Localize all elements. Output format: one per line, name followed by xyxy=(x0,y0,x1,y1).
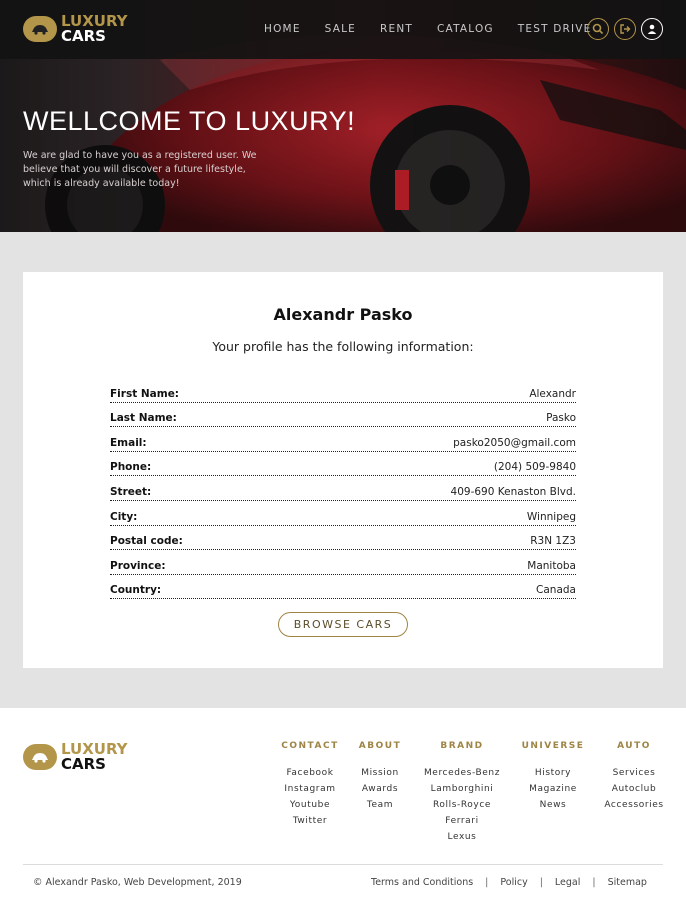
nav-menu: HOME SALE RENT CATALOG TEST DRIVE xyxy=(264,23,616,35)
info-label: Phone: xyxy=(110,461,152,474)
logo-line2: CARS xyxy=(61,27,106,45)
profile-name: Alexandr Pasko xyxy=(273,305,413,324)
nav-sale[interactable]: SALE xyxy=(325,23,356,35)
info-label: Email: xyxy=(110,436,147,449)
logo-text: LUXURY CARS xyxy=(61,14,128,44)
info-row-email: Email: pasko2050@gmail.com xyxy=(110,427,576,452)
footer: LUXURY CARS CONTACT Facebook Instagram Y… xyxy=(0,708,686,903)
info-value: Alexandr xyxy=(529,387,576,400)
car-logo-icon xyxy=(23,744,57,770)
sign-out-icon[interactable] xyxy=(614,18,636,40)
navbar: LUXURY CARS HOME SALE RENT CATALOG TEST … xyxy=(0,0,686,59)
footer-link-magazine[interactable]: Magazine xyxy=(520,781,586,797)
hero-title: WELLCOME TO LUXURY! xyxy=(23,106,356,136)
terms-link[interactable]: Terms and Conditions xyxy=(371,877,473,888)
info-label: Province: xyxy=(110,559,166,572)
info-row-last-name: Last Name: Pasko xyxy=(110,403,576,428)
search-icon[interactable] xyxy=(587,18,609,40)
browse-cars-button[interactable]: BROWSE CARS xyxy=(278,612,408,637)
footer-link-news[interactable]: News xyxy=(520,797,586,813)
footer-link-facebook[interactable]: Facebook xyxy=(280,765,340,781)
car-logo-icon xyxy=(23,16,57,42)
footer-link-accessories[interactable]: Accessories xyxy=(602,797,666,813)
info-row-country: Country: Canada xyxy=(110,575,576,600)
info-value: Manitoba xyxy=(527,559,576,572)
footer-col-about: ABOUT Mission Awards Team xyxy=(352,741,408,813)
footer-heading: AUTO xyxy=(617,741,651,751)
footer-link-twitter[interactable]: Twitter xyxy=(280,813,340,829)
footer-link-instagram[interactable]: Instagram xyxy=(280,781,340,797)
footer-link-ferrari[interactable]: Ferrari xyxy=(422,813,502,829)
info-row-street: Street: 409-690 Kenaston Blvd. xyxy=(110,476,576,501)
legal-separator: | xyxy=(485,877,489,888)
info-row-phone: Phone: (204) 509-9840 xyxy=(110,452,576,477)
footer-link-rolls-royce[interactable]: Rolls-Royce xyxy=(422,797,502,813)
policy-link[interactable]: Policy xyxy=(500,877,527,888)
footer-heading: CONTACT xyxy=(281,741,339,751)
info-value: R3N 1Z3 xyxy=(530,535,576,548)
info-value: (204) 509-9840 xyxy=(493,461,576,474)
info-value: Winnipeg xyxy=(526,510,576,523)
footer-col-contact: CONTACT Facebook Instagram Youtube Twitt… xyxy=(280,741,340,829)
info-row-first-name: First Name: Alexandr xyxy=(110,378,576,403)
footer-col-universe: UNIVERSE History Magazine News xyxy=(520,741,586,813)
footer-link-youtube[interactable]: Youtube xyxy=(280,797,340,813)
footer-link-lexus[interactable]: Lexus xyxy=(422,829,502,845)
footer-link-services[interactable]: Services xyxy=(602,765,666,781)
legal-separator: | xyxy=(539,877,543,888)
footer-link-autoclub[interactable]: Autoclub xyxy=(602,781,666,797)
footer-heading: UNIVERSE xyxy=(521,741,585,751)
footer-link-mission[interactable]: Mission xyxy=(352,765,408,781)
info-value: 409-690 Kenaston Blvd. xyxy=(450,485,576,498)
hero-banner: LUXURY CARS HOME SALE RENT CATALOG TEST … xyxy=(0,0,686,232)
nav-test-drive[interactable]: TEST DRIVE xyxy=(518,23,592,35)
footer-link-team[interactable]: Team xyxy=(352,797,408,813)
copyright: © Alexandr Pasko, Web Development, 2019 xyxy=(33,877,242,888)
profile-info-list: First Name: Alexandr Last Name: Pasko Em… xyxy=(110,378,576,600)
footer-heading: ABOUT xyxy=(358,741,402,751)
footer-link-history[interactable]: History xyxy=(520,765,586,781)
sitemap-link[interactable]: Sitemap xyxy=(608,877,647,888)
info-label: City: xyxy=(110,510,138,523)
logo-text: LUXURY CARS xyxy=(61,742,128,772)
info-value: pasko2050@gmail.com xyxy=(453,436,576,449)
footer-link-mercedes-benz[interactable]: Mercedes-Benz xyxy=(422,765,502,781)
info-label: Country: xyxy=(110,584,162,597)
nav-icons xyxy=(587,18,663,40)
footer-col-brand: BRAND Mercedes-Benz Lamborghini Rolls-Ro… xyxy=(422,741,502,845)
footer-link-lamborghini[interactable]: Lamborghini xyxy=(422,781,502,797)
info-row-postal-code: Postal code: R3N 1Z3 xyxy=(110,526,576,551)
hero-subtitle: We are glad to have you as a registered … xyxy=(23,150,257,189)
footer-logo[interactable]: LUXURY CARS xyxy=(23,742,128,772)
nav-home[interactable]: HOME xyxy=(264,23,301,35)
info-label: First Name: xyxy=(110,387,180,400)
user-icon[interactable] xyxy=(641,18,663,40)
logo-line2: CARS xyxy=(61,755,106,773)
nav-catalog[interactable]: CATALOG xyxy=(437,23,494,35)
footer-divider xyxy=(23,864,663,865)
info-value: Pasko xyxy=(546,412,576,425)
footer-link-awards[interactable]: Awards xyxy=(352,781,408,797)
legal-link[interactable]: Legal xyxy=(555,877,580,888)
info-row-city: City: Winnipeg xyxy=(110,501,576,526)
info-value: Canada xyxy=(536,584,576,597)
legal-separator: | xyxy=(592,877,596,888)
info-label: Postal code: xyxy=(110,535,183,548)
info-label: Street: xyxy=(110,485,152,498)
legal-links: Terms and Conditions | Policy | Legal | … xyxy=(371,877,647,888)
logo[interactable]: LUXURY CARS xyxy=(23,14,128,44)
nav-rent[interactable]: RENT xyxy=(380,23,413,35)
footer-heading: BRAND xyxy=(440,741,484,751)
profile-intro: Your profile has the following informati… xyxy=(212,339,474,354)
info-row-province: Province: Manitoba xyxy=(110,550,576,575)
info-label: Last Name: xyxy=(110,412,177,425)
footer-col-auto: AUTO Services Autoclub Accessories xyxy=(602,741,666,813)
